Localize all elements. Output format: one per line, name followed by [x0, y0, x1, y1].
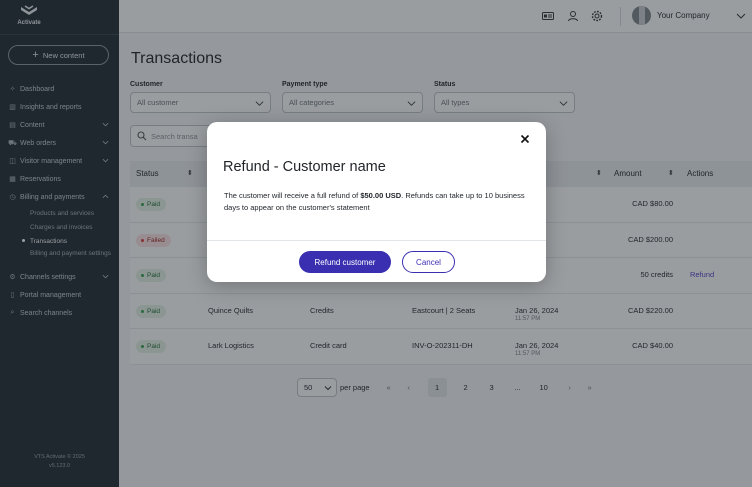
cancel-button[interactable]: Cancel	[402, 251, 455, 273]
modal-message: The customer will receive a full refund …	[224, 190, 529, 214]
close-icon[interactable]	[520, 134, 530, 144]
refund-modal: Refund - Customer name The customer will…	[207, 122, 546, 282]
refund-customer-button[interactable]: Refund customer	[299, 251, 391, 273]
modal-text-before: The customer will receive a full refund …	[224, 191, 361, 200]
refund-amount: $50.00 USD	[360, 191, 402, 200]
modal-divider	[207, 240, 546, 241]
modal-title: Refund - Customer name	[223, 159, 386, 175]
